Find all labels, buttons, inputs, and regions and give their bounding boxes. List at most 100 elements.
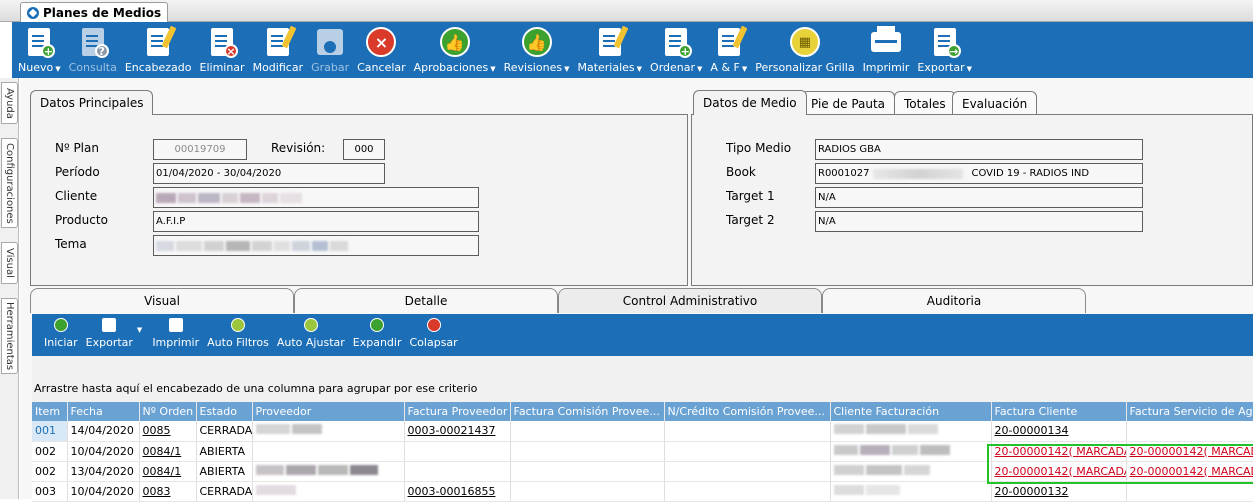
factura-servicio-cell	[1126, 421, 1253, 442]
grid-exportar-button[interactable]: Exportar	[82, 314, 137, 356]
item-cell[interactable]: 002	[32, 461, 68, 482]
column-header[interactable]: Fecha	[67, 402, 140, 421]
factura-cliente-link[interactable]: 20-00000142( MARCADA)	[991, 441, 1127, 462]
cancel-icon: ×	[365, 26, 397, 58]
tab-visual[interactable]: Visual	[30, 288, 294, 313]
grid-imprimir-button[interactable]: Imprimir	[148, 314, 203, 356]
column-header[interactable]: Factura Cliente	[991, 402, 1127, 421]
expandir-button[interactable]: Expandir	[349, 314, 406, 356]
a-f-button[interactable]: A & F ▼	[706, 22, 751, 78]
factura-servicio-link[interactable]: 20-00000142( MARCADA)	[1126, 441, 1253, 462]
export-icon: →	[929, 26, 961, 58]
revision-field[interactable]: 000	[343, 139, 385, 160]
column-header[interactable]: Cliente Facturación	[830, 402, 992, 421]
column-header[interactable]: Proveedor	[252, 402, 405, 421]
aprobaciones-button[interactable]: 👍 Aprobaciones ▼	[410, 22, 500, 78]
orden-link[interactable]: 0084/1	[139, 441, 197, 462]
fit-icon	[303, 318, 318, 332]
auto-filtros-button[interactable]: Auto Filtros	[203, 314, 273, 356]
target2-label: Target 2	[726, 213, 775, 227]
table-row[interactable]: 001 14/04/2020 0085 CERRADA 0003-0002143…	[32, 421, 1253, 442]
document-tab-bar: Planes de Medios	[0, 0, 1253, 22]
datos-de-medio-panel: Tipo Medio RADIOS GBA Book R0001027 COVI…	[691, 114, 1253, 286]
materiales-button[interactable]: Materiales ▼	[573, 22, 646, 78]
orden-link[interactable]: 0085	[139, 421, 197, 442]
factura-proveedor-link[interactable]: 0003-00021437	[404, 421, 511, 442]
target2-field[interactable]: N/A	[815, 211, 1143, 232]
save-icon	[314, 26, 346, 58]
revisiones-button[interactable]: 👍 Revisiones ▼	[500, 22, 574, 78]
tab-control-administrativo[interactable]: Control Administrativo	[558, 288, 822, 313]
tema-field[interactable]	[153, 235, 479, 256]
target1-field[interactable]: N/A	[815, 187, 1143, 208]
nuevo-button[interactable]: + Nuevo ▼	[14, 22, 65, 78]
chevron-down-icon: ▼	[136, 326, 143, 334]
column-header[interactable]: Estado	[196, 402, 253, 421]
side-tab-visual[interactable]: Visual	[1, 242, 18, 284]
column-header[interactable]: Nº Orden	[139, 402, 197, 421]
iniciar-button[interactable]: Iniciar	[40, 314, 82, 356]
book-field[interactable]: R0001027 COVID 19 - RADIOS IND	[815, 163, 1143, 184]
exportar-button[interactable]: → Exportar ▼	[913, 22, 976, 78]
cliente-facturacion-cell	[830, 421, 992, 442]
cliente-field[interactable]	[153, 187, 479, 208]
cancelar-button[interactable]: × Cancelar	[353, 22, 410, 78]
producto-field[interactable]: A.F.I.P	[153, 211, 479, 232]
item-cell[interactable]: 003	[32, 481, 68, 502]
encabezado-button[interactable]: Encabezado	[121, 22, 196, 78]
periodo-field[interactable]: 01/04/2020 - 30/04/2020	[153, 163, 385, 184]
group-by-area[interactable]: Arrastre hasta aquí el encabezado de una…	[32, 356, 1253, 402]
factura-servicio-link[interactable]: 20-00000142( MARCADA)	[1126, 461, 1253, 482]
doc-add-icon: +	[23, 26, 56, 58]
table-row[interactable]: 003 10/04/2020 0083 CERRADA 0003-0001685…	[32, 481, 1253, 502]
fecha-cell: 10/04/2020	[67, 441, 140, 462]
tab-auditoria[interactable]: Auditoria	[822, 288, 1086, 313]
factura-proveedor-link[interactable]: 0003-00016855	[404, 481, 511, 502]
column-header[interactable]: Factura Proveedor	[404, 402, 511, 421]
factura-comision-cell	[510, 481, 665, 502]
tab-evaluacion[interactable]: Evaluación	[952, 91, 1038, 115]
document-tab-title: Planes de Medios	[43, 5, 162, 20]
factura-cliente-link[interactable]: 20-00000134	[991, 421, 1127, 442]
target1-label: Target 1	[726, 189, 775, 203]
ordenar-button[interactable]: + Ordenar ▼	[646, 22, 706, 78]
factura-cliente-link[interactable]: 20-00000142( MARCADA)	[991, 461, 1127, 482]
side-tab-configuraciones[interactable]: Configuraciones	[1, 138, 18, 228]
planes-icon	[27, 6, 39, 19]
datos-principales-panel: Nº Plan 00019709 Revisión: 000 Período 0…	[30, 114, 688, 286]
tipo-medio-field[interactable]: RADIOS GBA	[815, 139, 1143, 160]
tab-datos-principales[interactable]: Datos Principales	[30, 90, 154, 115]
table-row[interactable]: 002 10/04/2020 0084/1 ABIERTA 20-0000014…	[32, 441, 1253, 462]
grabar-button[interactable]: Grabar	[307, 22, 353, 78]
column-header[interactable]: Factura Comisión Provee...	[510, 402, 665, 421]
tab-pie-de-pauta[interactable]: Pie de Pauta	[801, 91, 896, 115]
personalizar-grilla-button[interactable]: ▦ Personalizar Grilla	[751, 22, 858, 78]
doc-edit-icon	[262, 25, 297, 58]
tab-datos-de-medio[interactable]: Datos de Medio	[693, 90, 807, 115]
doc-edit-icon	[713, 25, 748, 58]
modificar-button[interactable]: Modificar	[249, 22, 308, 78]
imprimir-button[interactable]: Imprimir	[859, 22, 914, 78]
column-header[interactable]: Factura Servicio de Age	[1126, 402, 1253, 421]
factura-servicio-cell	[1126, 481, 1253, 502]
orden-link[interactable]: 0084/1	[139, 461, 197, 482]
tab-totales[interactable]: Totales	[894, 91, 956, 115]
item-cell[interactable]: 001	[32, 421, 68, 442]
grid-exportar-dropdown[interactable]: ▼	[137, 314, 148, 356]
side-tab-ayuda[interactable]: Ayuda	[1, 82, 18, 124]
factura-cliente-link[interactable]: 20-00000132	[991, 481, 1127, 502]
item-cell[interactable]: 002	[32, 441, 68, 462]
column-header[interactable]: Item	[32, 402, 68, 421]
column-header[interactable]: N/Crédito Comisión Provee...	[664, 402, 831, 421]
table-row[interactable]: 002 13/04/2020 0084/1 ABIERTA 20-0000014…	[32, 461, 1253, 482]
colapsar-button[interactable]: Colapsar	[406, 314, 462, 356]
consulta-button[interactable]: ? Consulta	[65, 22, 121, 78]
side-tab-herramientas[interactable]: Herramientas	[1, 298, 18, 374]
main-toolbar: + Nuevo ▼ ? Consulta Encabezado × Elimina…	[12, 22, 1253, 78]
plan-field[interactable]: 00019709	[153, 139, 247, 160]
eliminar-button[interactable]: × Eliminar	[196, 22, 249, 78]
tab-detalle[interactable]: Detalle	[294, 288, 558, 313]
auto-ajustar-button[interactable]: Auto Ajustar	[273, 314, 349, 356]
document-tab-planes[interactable]: Planes de Medios	[20, 2, 169, 22]
orden-link[interactable]: 0083	[139, 481, 197, 502]
